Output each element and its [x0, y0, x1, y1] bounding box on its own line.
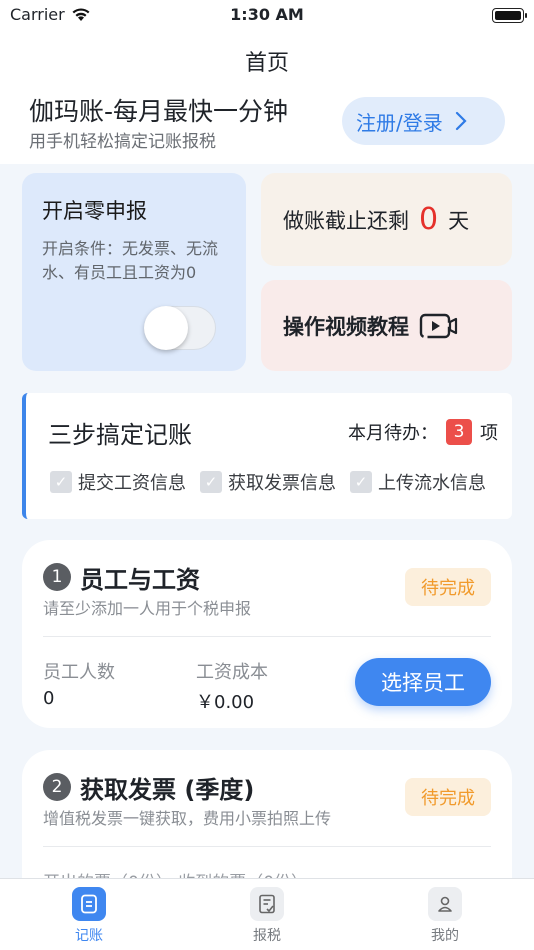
battery-icon [492, 8, 527, 23]
tab-label: 我的 [431, 928, 459, 944]
step-number-badge: 1 [43, 563, 71, 591]
tab-bar: 记账 报税 我的 [0, 878, 534, 950]
status-bar: Carrier 1:30 AM [0, 0, 534, 30]
step-item-salary: ✓ 提交工资信息 [50, 469, 186, 495]
checkbox-icon: ✓ [350, 471, 372, 493]
step-label: 提交工资信息 [78, 473, 186, 494]
deadline-days: 0 [419, 202, 439, 237]
task-card-employees: 1 员工与工资 请至少添加一人用于个税申报 待完成 员工人数 0 工资成本 ￥0… [22, 540, 512, 728]
monthly-todo: 本月待办： 3 项 [348, 419, 498, 445]
metric-label: 员工人数 [43, 662, 115, 683]
hero-title: 伽玛账-每月最快一分钟 [29, 97, 289, 126]
task-subtitle: 请至少添加一人用于个税申报 [43, 599, 252, 618]
divider [43, 846, 491, 847]
steps-title: 三步搞定记账 [48, 421, 192, 449]
tab-label: 报税 [253, 928, 281, 944]
step-item-bank-flow: ✓ 上传流水信息 [350, 469, 486, 495]
todo-unit: 项 [480, 423, 498, 444]
tab-profile[interactable]: 我的 [405, 887, 485, 945]
login-label: 注册/登录 [356, 110, 443, 135]
step-item-invoice: ✓ 获取发票信息 [200, 469, 336, 495]
tab-label: 记账 [75, 928, 103, 944]
ledger-icon [72, 887, 106, 921]
tab-tax[interactable]: 报税 [227, 887, 307, 945]
chevron-right-icon [455, 111, 467, 131]
divider [43, 636, 491, 637]
zero-report-toggle[interactable] [144, 306, 216, 350]
login-button[interactable]: 注册/登录 [342, 97, 505, 145]
steps-card: 三步搞定记账 本月待办： 3 项 ✓ 提交工资信息 ✓ 获取发票信息 ✓ 上传流… [22, 393, 512, 519]
zero-report-title: 开启零申报 [42, 199, 147, 223]
zero-report-card: 开启零申报 开启条件：无发票、无流水、有员工且工资为0 [22, 173, 246, 371]
select-employee-button[interactable]: 选择员工 [355, 658, 491, 706]
clock: 1:30 AM [230, 5, 304, 24]
todo-count-badge: 3 [446, 419, 472, 445]
steps-checklist: ✓ 提交工资信息 ✓ 获取发票信息 ✓ 上传流水信息 [50, 469, 486, 495]
page-title: 首页 [244, 51, 289, 76]
step-number-badge: 2 [43, 773, 71, 801]
metric-value: 0 [43, 688, 55, 709]
hero-subtitle: 用手机轻松搞定记账报税 [29, 132, 216, 152]
task-title: 获取发票 (季度) [80, 776, 255, 804]
tab-bookkeeping[interactable]: 记账 [49, 887, 129, 945]
checkbox-icon: ✓ [200, 471, 222, 493]
toggle-knob [144, 306, 188, 350]
task-subtitle: 增值税发票一键获取，费用小票拍照上传 [43, 809, 332, 828]
task-title: 员工与工资 [80, 566, 200, 594]
step-label: 获取发票信息 [228, 473, 336, 494]
user-icon [428, 887, 462, 921]
deadline-suffix: 天 [448, 208, 470, 233]
checkbox-icon: ✓ [50, 471, 72, 493]
metric-salary-cost: 工资成本 ￥0.00 [196, 658, 268, 714]
status-badge: 待完成 [405, 568, 491, 606]
zero-report-desc: 开启条件：无发票、无流水、有员工且工资为0 [42, 239, 219, 282]
todo-label: 本月待办： [348, 423, 438, 444]
deadline-card[interactable]: 做账截止还剩 0 天 [261, 173, 512, 266]
video-camera-icon [419, 313, 458, 338]
tax-icon [250, 887, 284, 921]
metric-value: ￥0.00 [196, 692, 255, 713]
step-label: 上传流水信息 [378, 473, 486, 494]
video-tutorial-card[interactable]: 操作视频教程 [261, 280, 512, 371]
deadline-prefix: 做账截止还剩 [283, 208, 409, 233]
video-label: 操作视频教程 [283, 314, 409, 339]
metric-employee-count: 员工人数 0 [43, 658, 115, 709]
status-badge: 待完成 [405, 778, 491, 816]
metric-label: 工资成本 [196, 662, 268, 683]
